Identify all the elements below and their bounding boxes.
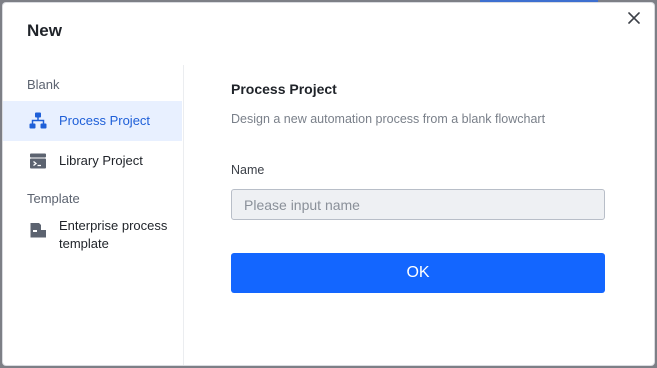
sidebar-item-library-project[interactable]: Library Project <box>3 141 182 181</box>
name-label: Name <box>231 163 265 177</box>
close-icon[interactable] <box>626 10 642 26</box>
library-icon <box>28 151 48 171</box>
sidebar-item-label: Process Project <box>59 113 151 128</box>
sidebar-item-label: Library Project <box>59 153 143 168</box>
new-project-dialog: New Blank Process Project Library Projec… <box>3 3 654 365</box>
section-label-blank: Blank <box>27 77 60 92</box>
form-description: Design a new automation process from a b… <box>231 112 546 126</box>
project-type-sidebar: Blank Process Project Library Project Te… <box>3 65 184 365</box>
flowchart-icon <box>28 111 48 131</box>
form-title: Process Project <box>231 81 337 97</box>
template-icon <box>28 220 48 240</box>
sidebar-item-enterprise-template[interactable]: Enterprise process template <box>3 217 182 267</box>
section-label-template: Template <box>27 191 80 206</box>
sidebar-item-label: Enterprise process template <box>59 218 168 251</box>
dialog-title: New <box>27 21 62 40</box>
sidebar-item-process-project[interactable]: Process Project <box>3 101 182 141</box>
name-input[interactable] <box>231 189 605 220</box>
ok-button[interactable]: OK <box>231 253 605 293</box>
